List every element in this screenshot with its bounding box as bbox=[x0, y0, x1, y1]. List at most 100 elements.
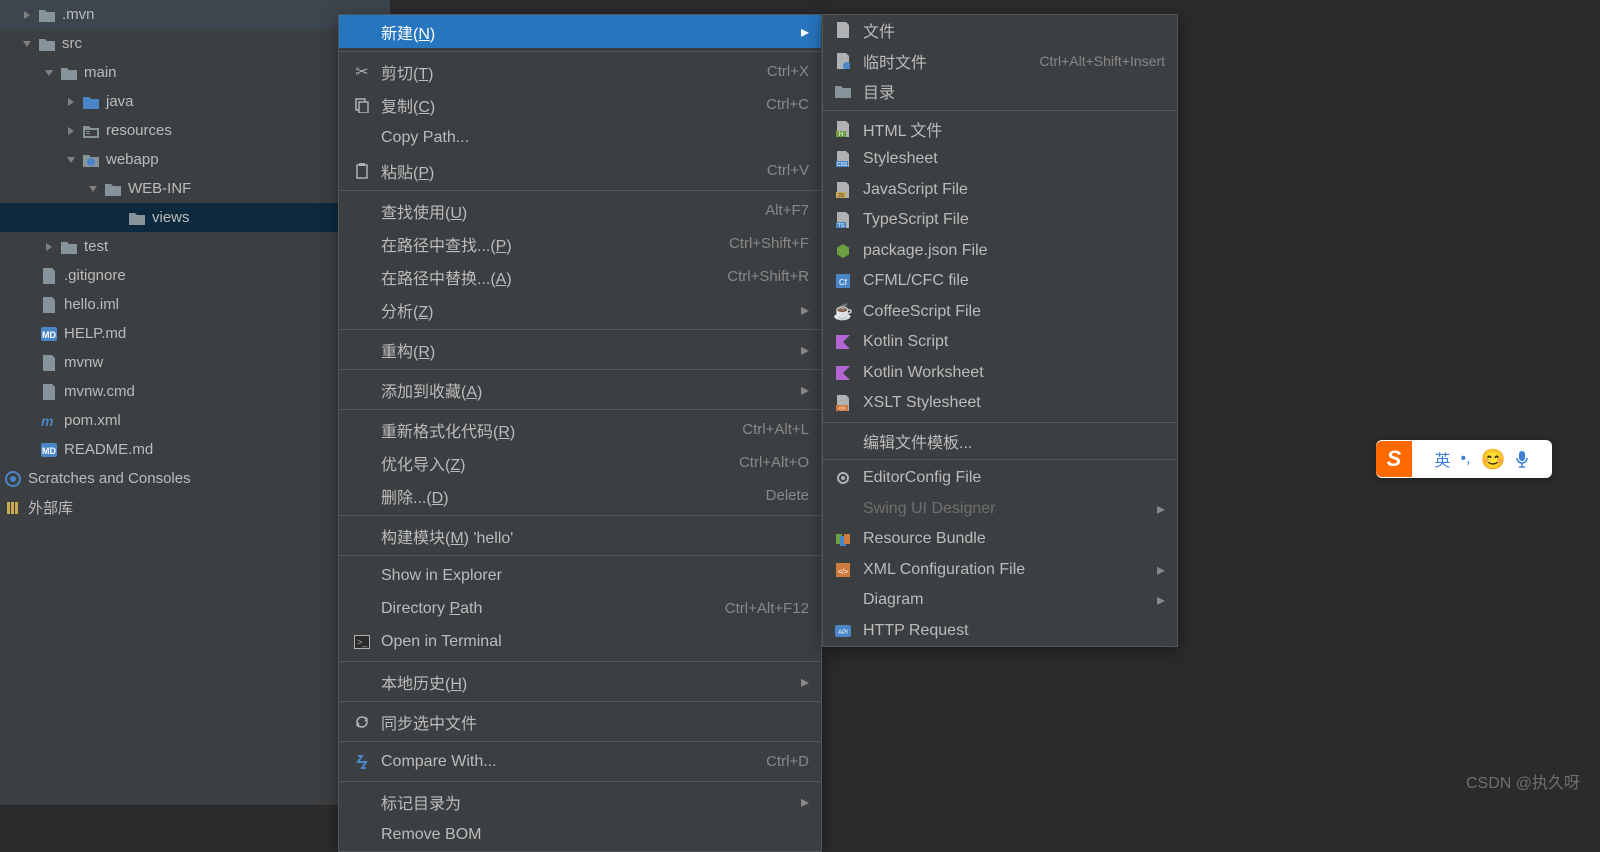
sub-diagram[interactable]: Diagram ▸ bbox=[823, 585, 1177, 616]
menu-dirpath[interactable]: Directory Path Ctrl+Alt+F12 bbox=[339, 592, 821, 625]
css-file-icon: CSS bbox=[833, 149, 853, 169]
menu-separator bbox=[339, 515, 821, 516]
sub-xmlconf[interactable]: </> XML Configuration File ▸ bbox=[823, 555, 1177, 586]
menu-findusages[interactable]: 查找使用(U) Alt+F7 bbox=[339, 194, 821, 227]
sub-tsfile[interactable]: TS TypeScript File bbox=[823, 205, 1177, 236]
sub-coffee[interactable]: ☕ CoffeeScript File bbox=[823, 297, 1177, 328]
chevron-right-icon: ▸ bbox=[801, 672, 809, 692]
menu-markdir[interactable]: 标记目录为 ▸ bbox=[339, 785, 821, 818]
tree-node-helloiml[interactable]: hello.iml bbox=[0, 290, 390, 319]
sub-xslt[interactable]: </> XSLT Stylesheet bbox=[823, 388, 1177, 419]
cut-icon: ✂ bbox=[351, 61, 373, 83]
sub-kotlinws[interactable]: Kotlin Worksheet bbox=[823, 358, 1177, 389]
tree-node-webinf[interactable]: WEB-INF bbox=[0, 174, 390, 203]
menu-optimize[interactable]: 优化导入(Z) Ctrl+Alt+O bbox=[339, 446, 821, 479]
tree-node-mvnw[interactable]: mvnw bbox=[0, 348, 390, 377]
menu-addtofav[interactable]: 添加到收藏(A) ▸ bbox=[339, 373, 821, 406]
menu-separator bbox=[339, 369, 821, 370]
sub-packagejson[interactable]: package.json File bbox=[823, 236, 1177, 267]
menu-reformat[interactable]: 重新格式化代码(R) Ctrl+Alt+L bbox=[339, 413, 821, 446]
markdown-file-icon: MD bbox=[40, 325, 58, 343]
svg-text:TS: TS bbox=[838, 223, 845, 228]
sub-cfml[interactable]: Cf CFML/CFC file bbox=[823, 266, 1177, 297]
menu-delete[interactable]: 删除...(D) Delete bbox=[339, 479, 821, 512]
chevron-right-icon bbox=[62, 93, 80, 111]
web-folder-icon bbox=[82, 151, 100, 169]
tree-node-main[interactable]: main bbox=[0, 58, 390, 87]
menu-paste[interactable]: 粘贴(P) Ctrl+V bbox=[339, 154, 821, 187]
sub-resbundle[interactable]: Resource Bundle bbox=[823, 524, 1177, 555]
menu-compare[interactable]: Compare With... Ctrl+D bbox=[339, 745, 821, 778]
menu-separator bbox=[339, 741, 821, 742]
tree-node-views[interactable]: views bbox=[0, 203, 390, 232]
svg-text:API: API bbox=[838, 630, 848, 636]
svg-text:MD: MD bbox=[42, 330, 56, 340]
tree-node-resources[interactable]: resources bbox=[0, 116, 390, 145]
menu-separator bbox=[339, 661, 821, 662]
sub-stylesheet[interactable]: CSS Stylesheet bbox=[823, 144, 1177, 175]
sub-scratch[interactable]: 临时文件 Ctrl+Alt+Shift+Insert bbox=[823, 46, 1177, 77]
tree-node-java[interactable]: java bbox=[0, 87, 390, 116]
menu-cut[interactable]: ✂ 剪切(T) Ctrl+X bbox=[339, 55, 821, 88]
file-icon bbox=[40, 383, 58, 401]
sub-httpreq[interactable]: API HTTP Request bbox=[823, 616, 1177, 647]
menu-copy[interactable]: 复制(C) Ctrl+C bbox=[339, 88, 821, 121]
svg-text:Cf: Cf bbox=[839, 278, 848, 287]
menu-buildmod[interactable]: 构建模块(M) 'hello' bbox=[339, 519, 821, 552]
svg-text:</>: </> bbox=[838, 406, 845, 411]
menu-openterm[interactable]: >_ Open in Terminal bbox=[339, 625, 821, 658]
tree-node-external[interactable]: 外部库 bbox=[0, 493, 390, 522]
chevron-down-icon bbox=[40, 64, 58, 82]
chevron-right-icon: ▸ bbox=[801, 300, 809, 320]
ts-file-icon: TS bbox=[833, 210, 853, 230]
menu-separator bbox=[339, 781, 821, 782]
chevron-right-icon bbox=[18, 6, 36, 24]
xslt-file-icon: </> bbox=[833, 393, 853, 413]
ime-emoji-icon[interactable]: 😊 bbox=[1481, 447, 1506, 472]
tree-node-mvn[interactable]: .mvn bbox=[0, 0, 390, 29]
sub-file[interactable]: 文件 bbox=[823, 15, 1177, 46]
svg-text:m: m bbox=[41, 413, 53, 429]
menu-analyze[interactable]: 分析(Z) ▸ bbox=[339, 293, 821, 326]
sub-html[interactable]: H HTML 文件 bbox=[823, 114, 1177, 145]
sub-edittpl[interactable]: 编辑文件模板... bbox=[823, 426, 1177, 457]
sub-kotlinscript[interactable]: Kotlin Script bbox=[823, 327, 1177, 358]
menu-localhist[interactable]: 本地历史(H) ▸ bbox=[339, 665, 821, 698]
sub-editorconfig[interactable]: EditorConfig File bbox=[823, 463, 1177, 494]
tree-node-webapp[interactable]: webapp bbox=[0, 145, 390, 174]
html-file-icon: H bbox=[833, 119, 853, 139]
folder-icon bbox=[128, 209, 146, 227]
copy-icon bbox=[351, 94, 373, 116]
library-icon bbox=[4, 499, 22, 517]
folder-icon bbox=[60, 238, 78, 256]
tree-node-test[interactable]: test bbox=[0, 232, 390, 261]
menu-refactor[interactable]: 重构(R) ▸ bbox=[339, 333, 821, 366]
chevron-right-icon: ▸ bbox=[801, 792, 809, 812]
tree-node-gitignore[interactable]: .gitignore bbox=[0, 261, 390, 290]
menu-findinpath[interactable]: 在路径中查找...(P) Ctrl+Shift+F bbox=[339, 227, 821, 260]
menu-replaceinpath[interactable]: 在路径中替换...(A) Ctrl+Shift+R bbox=[339, 260, 821, 293]
sub-dir[interactable]: 目录 bbox=[823, 76, 1177, 107]
file-icon bbox=[40, 296, 58, 314]
ime-comma-icon[interactable]: •, bbox=[1461, 450, 1471, 468]
tree-node-pom[interactable]: m pom.xml bbox=[0, 406, 390, 435]
sub-jsfile[interactable]: JS JavaScript File bbox=[823, 175, 1177, 206]
ime-lang[interactable]: 英 bbox=[1435, 447, 1451, 471]
menu-showexpl[interactable]: Show in Explorer bbox=[339, 559, 821, 592]
menu-separator bbox=[823, 422, 1177, 423]
menu-copypath[interactable]: Copy Path... bbox=[339, 121, 821, 154]
nodejs-icon bbox=[833, 241, 853, 261]
tree-node-mvnwcmd[interactable]: mvnw.cmd bbox=[0, 377, 390, 406]
ime-toolbar[interactable]: S 英 •, 😊 bbox=[1376, 440, 1552, 478]
ime-mic-icon[interactable] bbox=[1515, 450, 1529, 468]
tree-node-readme[interactable]: MD README.md bbox=[0, 435, 390, 464]
tree-node-src[interactable]: src bbox=[0, 29, 390, 58]
file-icon bbox=[40, 354, 58, 372]
tree-node-scratches[interactable]: Scratches and Consoles bbox=[0, 464, 390, 493]
menu-new[interactable]: 新建(N) ▸ bbox=[339, 15, 821, 48]
menu-syncsel[interactable]: 同步选中文件 bbox=[339, 705, 821, 738]
coffee-file-icon: ☕ bbox=[833, 302, 853, 322]
chevron-right-icon: ▸ bbox=[801, 340, 809, 360]
menu-removebom[interactable]: Remove BOM bbox=[339, 818, 821, 851]
tree-node-helpmd[interactable]: MD HELP.md bbox=[0, 319, 390, 348]
